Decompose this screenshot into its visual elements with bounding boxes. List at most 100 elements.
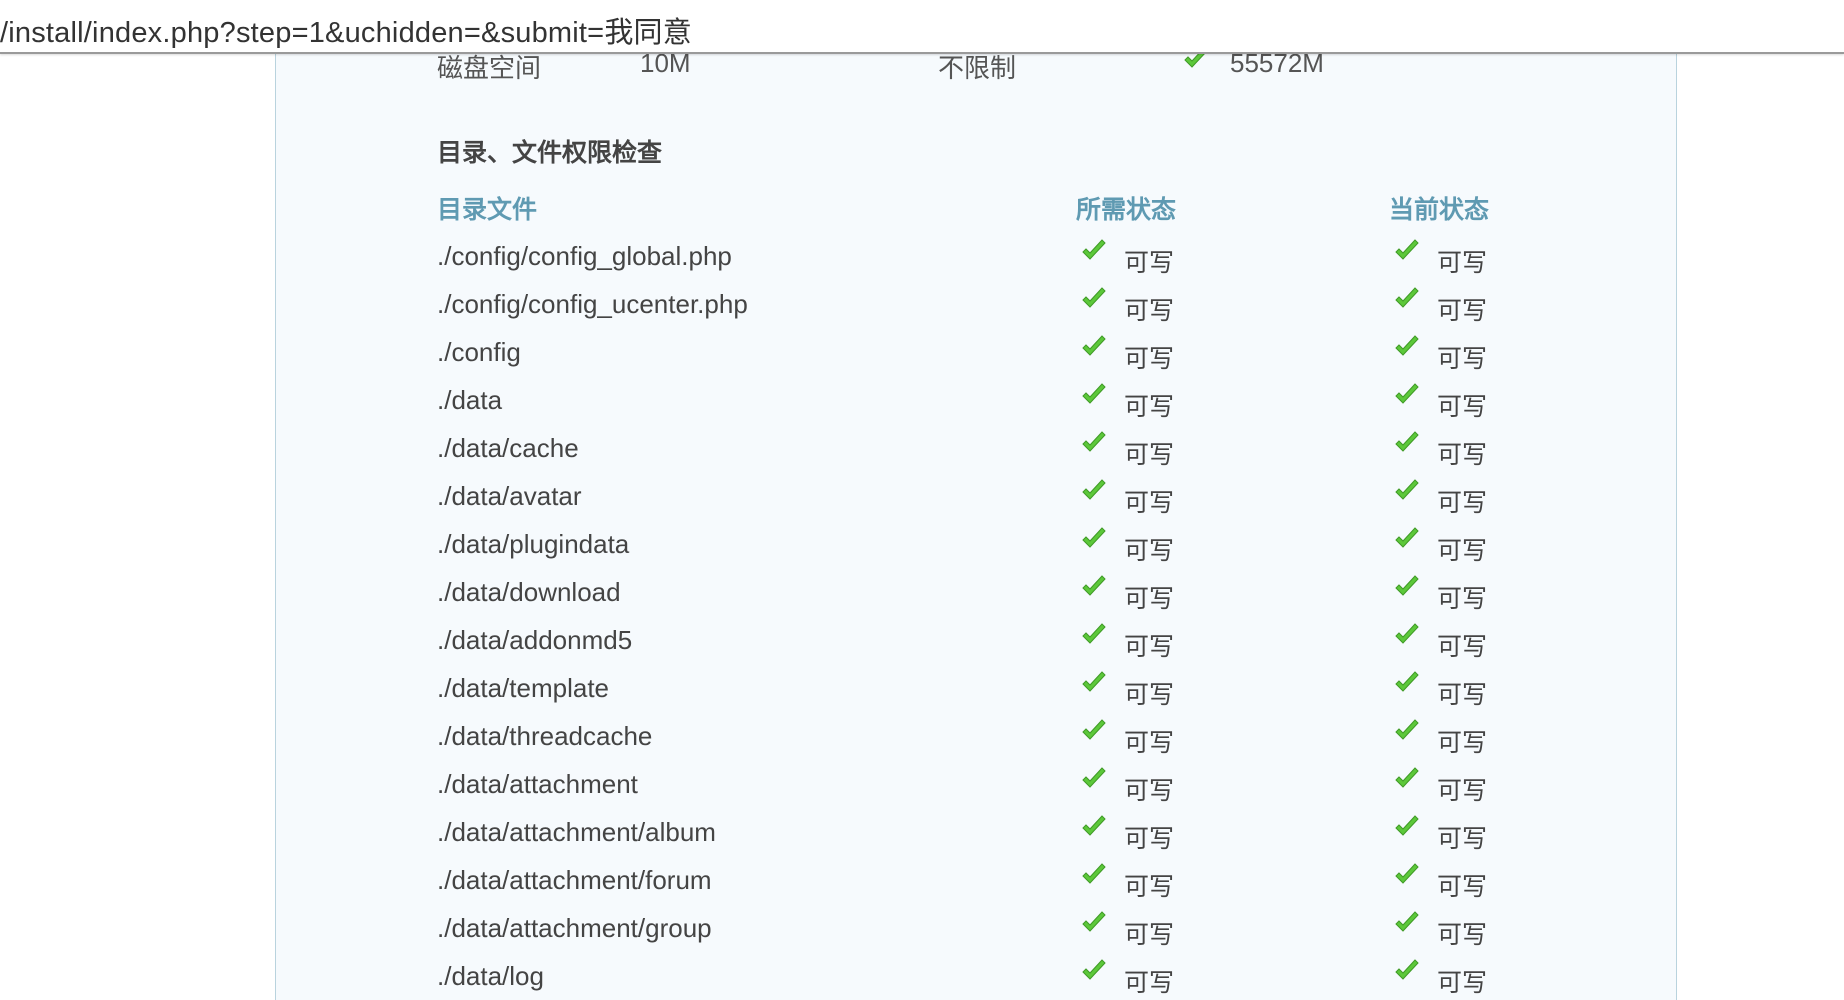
permission-row: ./data/template 可写 可写 <box>276 667 1676 715</box>
check-icon <box>1082 335 1106 356</box>
current-status-label: 可写 <box>1437 921 1488 949</box>
env-check-row-disk: 磁盘空间 10M 不限制 55572M <box>276 47 1676 88</box>
permission-row: ./data/addonmd5 可写 可写 <box>276 619 1676 667</box>
check-icon <box>1395 287 1419 308</box>
current-status-label: 可写 <box>1437 249 1488 277</box>
check-icon <box>1395 767 1419 788</box>
permission-row: ./data/attachment 可写 可写 <box>276 763 1676 811</box>
required-status-label: 可写 <box>1124 297 1175 325</box>
permission-row: ./data/plugindata 可写 可写 <box>276 523 1676 571</box>
check-icon <box>1395 431 1419 452</box>
permission-path: ./config <box>437 337 521 367</box>
permission-path: ./data/cache <box>437 433 579 463</box>
required-status-label: 可写 <box>1124 633 1175 661</box>
current-status-label: 可写 <box>1437 297 1488 325</box>
permission-row: ./data/threadcache 可写 可写 <box>276 715 1676 763</box>
permission-row: ./data/avatar 可写 可写 <box>276 475 1676 523</box>
check-icon <box>1082 479 1106 500</box>
check-icon <box>1082 911 1106 932</box>
required-status-label: 可写 <box>1124 873 1175 901</box>
current-status-label: 可写 <box>1437 825 1488 853</box>
permission-path: ./data/avatar <box>437 481 582 511</box>
check-icon <box>1082 287 1106 308</box>
permission-row: ./data/cache 可写 可写 <box>276 427 1676 475</box>
permission-path: ./data/log <box>437 961 544 991</box>
check-icon <box>1395 815 1419 836</box>
permission-path: ./data/attachment/forum <box>437 865 712 895</box>
permission-list: ./config/config_global.php 可写 可写 ./config/c… <box>276 235 1676 1000</box>
current-status-label: 可写 <box>1437 537 1488 565</box>
current-status-label: 可写 <box>1437 633 1488 661</box>
check-icon <box>1395 671 1419 692</box>
permission-path: ./data/threadcache <box>437 721 653 751</box>
permission-path: ./data <box>437 385 503 415</box>
check-icon <box>1082 863 1106 884</box>
required-status-label: 可写 <box>1124 825 1175 853</box>
required-status-label: 可写 <box>1124 249 1175 277</box>
check-icon <box>1082 575 1106 596</box>
permission-path: ./data/plugindata <box>437 529 630 559</box>
current-status-label: 可写 <box>1437 345 1488 373</box>
current-status-label: 可写 <box>1437 969 1488 997</box>
current-status-label: 可写 <box>1437 585 1488 613</box>
permission-path: ./config/config_global.php <box>437 241 732 271</box>
permission-row: ./data 可写 可写 <box>276 379 1676 427</box>
check-icon <box>1082 959 1106 980</box>
check-icon <box>1082 671 1106 692</box>
current-status-label: 可写 <box>1437 681 1488 709</box>
required-status-label: 可写 <box>1124 537 1175 565</box>
check-icon <box>1082 239 1106 260</box>
current-status-label: 可写 <box>1437 441 1488 469</box>
permission-path: ./data/download <box>437 577 621 607</box>
check-icon <box>1395 527 1419 548</box>
check-icon <box>1082 431 1106 452</box>
required-status-label: 可写 <box>1124 393 1175 421</box>
permission-row: ./config/config_ucenter.php 可写 可写 <box>276 283 1676 331</box>
install-check-panel: 磁盘空间 10M 不限制 55572M 目录、文件权限检查 目录文件 所需状态 … <box>275 0 1677 1000</box>
check-icon <box>1082 719 1106 740</box>
required-status-label: 可写 <box>1124 489 1175 517</box>
permission-row: ./data/attachment/group 可写 可写 <box>276 907 1676 955</box>
permission-path: ./data/addonmd5 <box>437 625 633 655</box>
section-title: 目录、文件权限检查 <box>437 139 663 167</box>
permission-row: ./data/log 可写 可写 <box>276 955 1676 1000</box>
permission-row: ./data/download 可写 可写 <box>276 571 1676 619</box>
required-status-label: 可写 <box>1124 921 1175 949</box>
required-status-label: 可写 <box>1124 969 1175 997</box>
current-status-label: 可写 <box>1437 729 1488 757</box>
required-status-label: 可写 <box>1124 441 1175 469</box>
permission-row: ./config/config_global.php 可写 可写 <box>276 235 1676 283</box>
required-status-label: 可写 <box>1124 345 1175 373</box>
permission-row: ./data/attachment/album 可写 可写 <box>276 811 1676 859</box>
permission-path: ./config/config_ucenter.php <box>437 289 748 319</box>
check-icon <box>1395 575 1419 596</box>
required-status-label: 可写 <box>1124 777 1175 805</box>
required-status-label: 可写 <box>1124 585 1175 613</box>
address-bar[interactable]: /install/index.php?step=1&uchidden=&subm… <box>0 0 1844 54</box>
check-icon <box>1395 959 1419 980</box>
permission-path: ./data/attachment/album <box>437 817 716 847</box>
current-status-label: 可写 <box>1437 393 1488 421</box>
permission-path: ./data/attachment <box>437 769 638 799</box>
check-icon <box>1082 767 1106 788</box>
address-bar-url[interactable]: /install/index.php?step=1&uchidden=&subm… <box>0 9 692 51</box>
required-status-label: 可写 <box>1124 729 1175 757</box>
current-status-label: 可写 <box>1437 777 1488 805</box>
check-icon <box>1395 719 1419 740</box>
required-status-label: 可写 <box>1124 681 1175 709</box>
permission-row: ./data/attachment/forum 可写 可写 <box>276 859 1676 907</box>
permission-row: ./config 可写 可写 <box>276 331 1676 379</box>
column-header-current: 当前状态 <box>1389 196 1490 224</box>
permission-path: ./data/template <box>437 673 609 703</box>
check-icon <box>1395 479 1419 500</box>
check-icon <box>1395 863 1419 884</box>
check-icon <box>1395 239 1419 260</box>
check-icon <box>1395 335 1419 356</box>
check-icon <box>1395 383 1419 404</box>
current-status-label: 可写 <box>1437 489 1488 517</box>
column-header-required: 所需状态 <box>1076 196 1177 224</box>
check-icon <box>1082 383 1106 404</box>
check-icon <box>1082 815 1106 836</box>
check-icon <box>1395 623 1419 644</box>
check-icon <box>1395 911 1419 932</box>
